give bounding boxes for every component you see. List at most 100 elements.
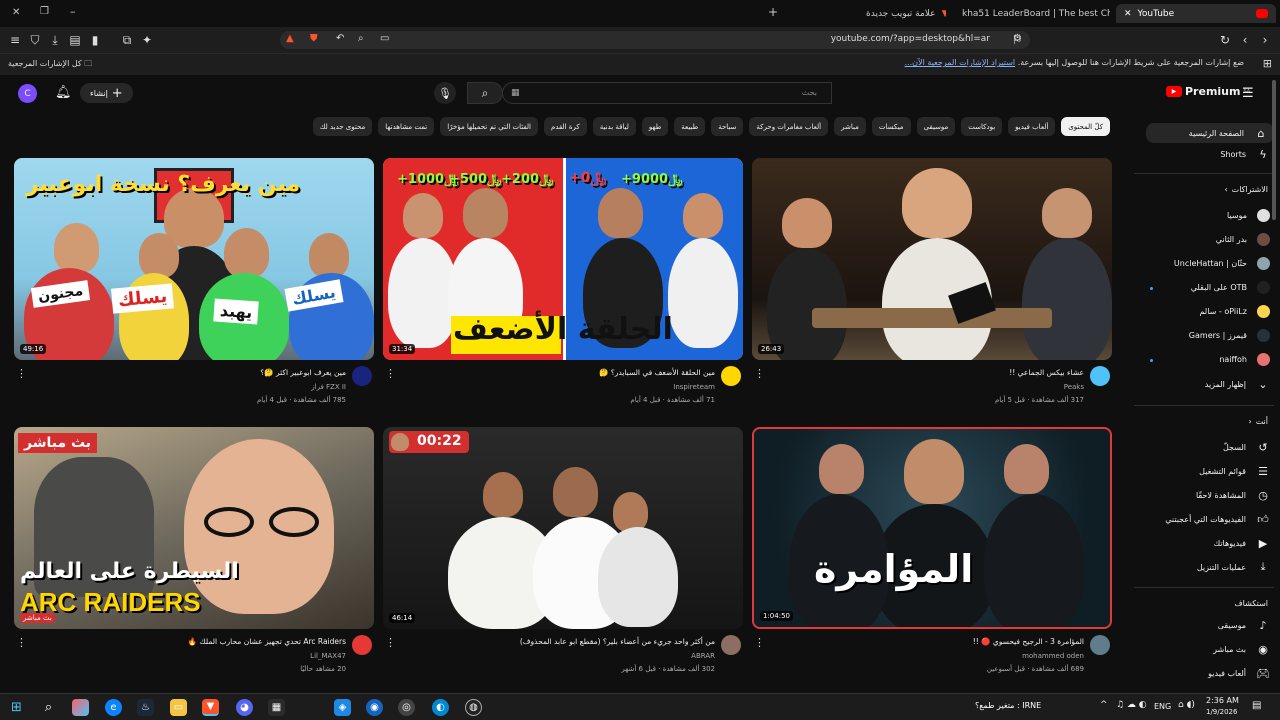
- more-options-icon[interactable]: ⋮: [385, 637, 396, 648]
- notification-ticker[interactable]: IRNE : متغير طمع؟: [975, 701, 1041, 710]
- sidebar-icon[interactable]: ▮: [88, 33, 102, 47]
- filter-chip[interactable]: طهو: [641, 117, 669, 136]
- video-title[interactable]: المؤامرة 3 - الرجيح فيحسوي 🔴 !!: [973, 637, 1084, 646]
- edge-icon[interactable]: e: [105, 699, 122, 716]
- language-indicator[interactable]: ENG: [1154, 702, 1171, 711]
- start-menu-icon[interactable]: ⊞: [8, 699, 25, 716]
- window-close-icon[interactable]: ✕: [12, 7, 20, 18]
- channel-name[interactable]: Lil_MAX47: [310, 652, 346, 660]
- channel-name[interactable]: mohammed oden: [1022, 652, 1084, 660]
- new-tab-icon[interactable]: +: [768, 5, 778, 19]
- video-card[interactable]: المؤامرة 1:04:50 المؤامرة 3 - الرجيح فيح…: [752, 427, 1112, 679]
- bookmark-icon[interactable]: ⚐: [1010, 33, 1024, 47]
- network-volume-icons[interactable]: ⌂ ◖): [1178, 700, 1195, 710]
- sidebar-item-subscription[interactable]: Gamers | قيمرز: [1189, 329, 1270, 342]
- channel-avatar[interactable]: [1090, 635, 1110, 655]
- you-heading[interactable]: › أنت: [1248, 417, 1268, 426]
- filter-chip[interactable]: طبيعة: [674, 117, 706, 136]
- sidebar-item-subscription[interactable]: موسيا: [1227, 209, 1270, 222]
- video-title[interactable]: مين الحلقة الأضعف في السبايدر؟ 🤔: [599, 368, 715, 377]
- notifications-bell-icon[interactable]: 🔔︎: [55, 85, 72, 100]
- search-icon[interactable]: ⌕: [40, 699, 57, 716]
- brave-taskbar-icon[interactable]: ▼: [202, 699, 219, 716]
- video-thumbnail[interactable]: +1000﷼ +500﷼ +200﷼ +0﷼ +9000﷼ الحلقة الأ…: [383, 158, 743, 360]
- filter-chip[interactable]: ألعاب فيديو: [1008, 117, 1056, 136]
- app-icon[interactable]: ◍: [465, 699, 482, 716]
- tab-youtube[interactable]: ✕ YouTube: [1116, 4, 1276, 23]
- channel-name[interactable]: ABRAR: [691, 652, 715, 660]
- notification-center-icon[interactable]: ▤: [1252, 700, 1261, 711]
- back-icon[interactable]: ‹: [1238, 33, 1252, 47]
- tab-close-icon[interactable]: ✕: [1124, 9, 1132, 19]
- video-thumbnail[interactable]: 00:22 46:14: [383, 427, 743, 629]
- clock-time[interactable]: 2:36 AM: [1206, 696, 1239, 705]
- sidebar-item-history[interactable]: السجلّ ↺: [1223, 440, 1270, 454]
- video-card[interactable]: 00:22 46:14 من أكثر واحد جريء من أعضاء ب…: [383, 427, 743, 679]
- filter-chip[interactable]: كلّ المحتوى: [1061, 117, 1110, 136]
- voice-search-button[interactable]: 🎙︎: [434, 82, 456, 104]
- search-input[interactable]: بحث ▦: [502, 82, 832, 104]
- sidebar-item-subscription[interactable]: بدر الثاني: [1216, 233, 1270, 246]
- tab-leaderboard[interactable]: kha51 LeaderBoard | The best ChatBo ◆: [954, 4, 1110, 23]
- apps-grid-icon[interactable]: ⊞: [1263, 57, 1272, 70]
- sidebar-item-home[interactable]: الصفحة الرئيسية ⌂: [1146, 123, 1274, 143]
- import-bookmarks-link[interactable]: استيراد الإشارات المرجعية الآن...: [905, 58, 1016, 67]
- app-icon[interactable]: ◈: [334, 699, 351, 716]
- sidebar-item-shorts[interactable]: Shorts ϟ: [1220, 147, 1270, 161]
- reload-icon[interactable]: ↻: [1218, 33, 1232, 47]
- sidebar-item-music[interactable]: موسيقى ♪: [1218, 618, 1270, 632]
- search-button[interactable]: ⌕: [467, 82, 503, 104]
- more-options-icon[interactable]: ⋮: [754, 637, 765, 648]
- forward-icon[interactable]: ›: [1258, 33, 1272, 47]
- filter-chip[interactable]: سباحة: [711, 117, 744, 136]
- tray-icons[interactable]: ♫ ☁ ◐: [1116, 700, 1147, 710]
- video-title[interactable]: مين يعرف ابوعبير اكثر 🤔؟: [260, 368, 346, 377]
- window-restore-icon[interactable]: ❐: [40, 6, 49, 17]
- sidebar-item-live[interactable]: بث مباشر ◉: [1213, 642, 1270, 656]
- filter-chip[interactable]: تمت مشاهدتها: [378, 117, 435, 136]
- filter-chip[interactable]: لياقة بدنية: [592, 117, 636, 136]
- steam-icon[interactable]: ♨: [137, 699, 154, 716]
- filter-chip[interactable]: كرة القدم: [544, 117, 587, 136]
- keyboard-icon[interactable]: ▦: [511, 88, 520, 98]
- channel-avatar[interactable]: [352, 635, 372, 655]
- all-bookmarks-button[interactable]: كل الإشارات المرجعية 🗀: [8, 58, 92, 72]
- cast-icon[interactable]: ▭: [380, 33, 389, 44]
- more-options-icon[interactable]: ⋮: [16, 368, 27, 379]
- show-more-button[interactable]: إظهار المزيد ⌄: [1205, 377, 1270, 391]
- filter-chip[interactable]: بودكاست: [961, 117, 1003, 136]
- sidebar-item-your-videos[interactable]: فيديوهاتك ▶: [1214, 536, 1270, 550]
- channel-name[interactable]: Peaks: [1064, 383, 1084, 391]
- sidebar-item-subscription[interactable]: سالم - oPiiLz: [1199, 305, 1270, 318]
- filter-chip[interactable]: مباشر: [834, 117, 866, 136]
- video-card[interactable]: +1000﷼ +500﷼ +200﷼ +0﷼ +9000﷼ الحلقة الأ…: [383, 158, 743, 410]
- menu-icon[interactable]: ≡: [8, 33, 22, 47]
- app-icon[interactable]: ◉: [366, 699, 383, 716]
- extensions-icon[interactable]: ✦: [140, 33, 154, 47]
- guide-menu-icon[interactable]: ☰: [1242, 86, 1254, 101]
- account-avatar[interactable]: C: [18, 84, 37, 103]
- window-minimize-icon[interactable]: –: [70, 5, 76, 18]
- clock-date[interactable]: 1/9/2026: [1206, 708, 1237, 716]
- video-thumbnail[interactable]: 26:43: [752, 158, 1112, 360]
- sidebar-item-subscription[interactable]: على البقلي OTB: [1191, 281, 1270, 294]
- app-icon[interactable]: ◎: [398, 699, 415, 716]
- store-icon[interactable]: ▦: [268, 699, 285, 716]
- filter-chip[interactable]: ميكسات: [871, 117, 911, 136]
- sidebar-item-subscription[interactable]: naiffoh: [1219, 353, 1270, 366]
- sidebar-item-watch-later[interactable]: المشاهدة لاحقًا ◷: [1196, 488, 1270, 502]
- sidebar-item-gaming[interactable]: ألعاب فيديو 🎮︎: [1208, 666, 1270, 680]
- video-title[interactable]: من أكثر واحد جريء من أعضاء بلير؟ (مقطع ا…: [520, 637, 715, 646]
- filter-chip[interactable]: محتوى جديد لك: [312, 117, 373, 136]
- more-options-icon[interactable]: ⋮: [754, 368, 765, 379]
- tray-chevron-icon[interactable]: ^: [1100, 700, 1108, 710]
- filter-chip[interactable]: ألعاب مغامرات وحركة: [749, 117, 829, 136]
- channel-avatar[interactable]: [352, 366, 372, 386]
- channel-avatar[interactable]: [721, 635, 741, 655]
- shield-icon[interactable]: ⛉: [28, 33, 42, 47]
- video-thumbnail[interactable]: المؤامرة 1:04:50: [752, 427, 1112, 629]
- more-options-icon[interactable]: ⋮: [385, 368, 396, 379]
- create-button[interactable]: إنشاء +: [80, 83, 133, 103]
- tab-new-tab[interactable]: علامة تبويب جديدة ▼: [858, 4, 946, 23]
- video-card[interactable]: 26:43 عشاء بيكس الجماعي !! Peaks 317 ألف…: [752, 158, 1112, 410]
